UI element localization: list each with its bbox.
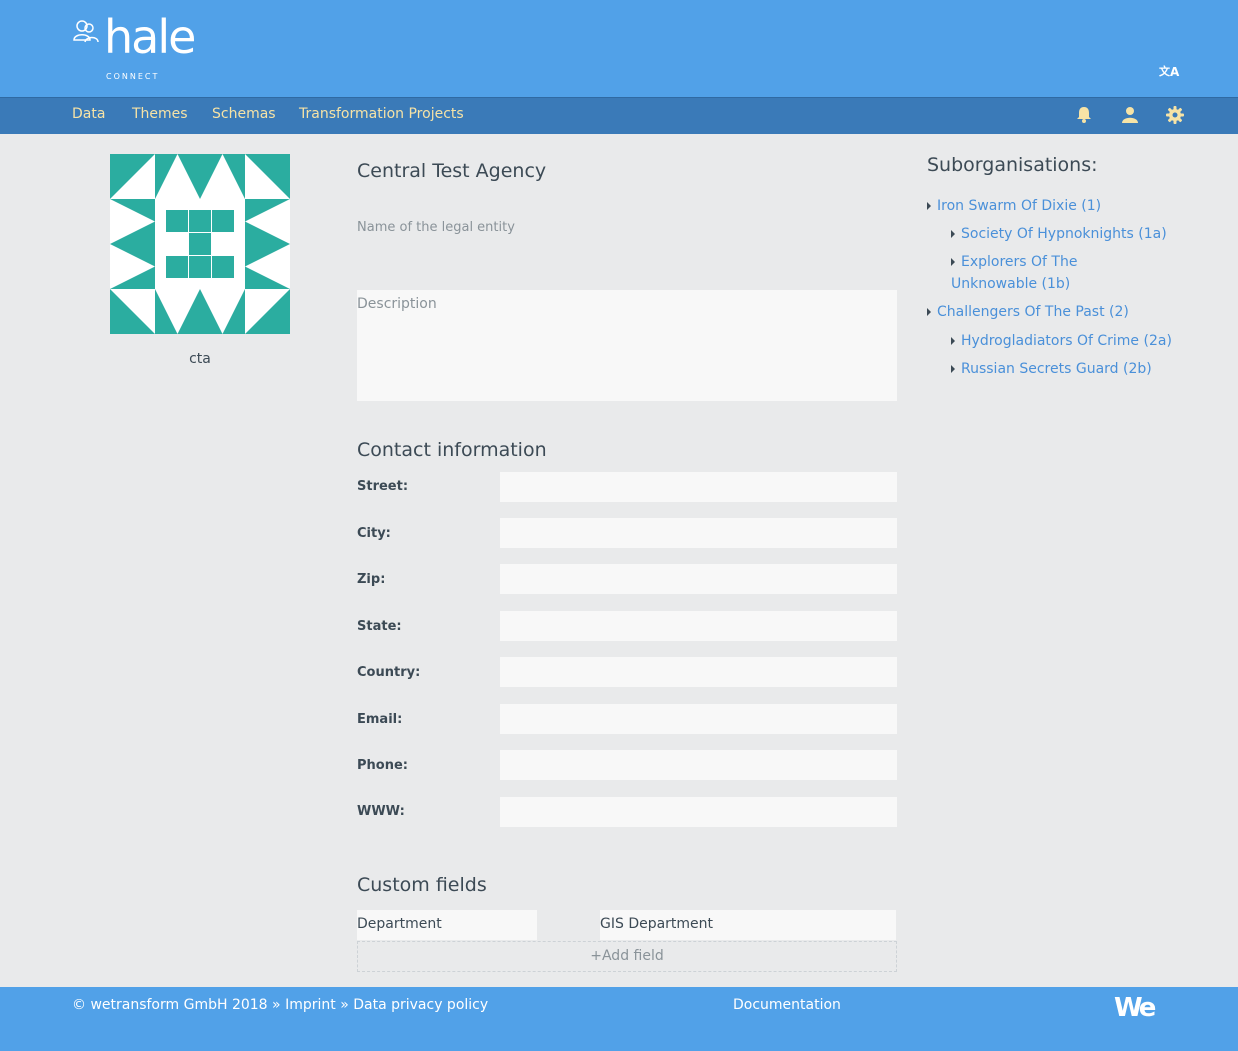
wetransform-logo[interactable]: We	[1114, 993, 1156, 1023]
caret-right-icon	[927, 202, 931, 210]
app-footer: © wetransform GmbH 2018 » Imprint » Data…	[0, 987, 1238, 1051]
user-icon[interactable]	[1121, 106, 1139, 124]
suborg-item[interactable]: Explorers Of The Unknowable (1b)	[951, 251, 1166, 295]
organisation-title[interactable]: Central Test Agency	[357, 160, 546, 182]
country-input[interactable]	[500, 657, 897, 687]
suborg-item[interactable]: Hydrogladiators Of Crime (2a)	[951, 330, 1172, 352]
nav-data[interactable]: Data	[72, 106, 105, 122]
copyright-text: © wetransform GmbH 2018	[72, 997, 268, 1013]
suborg-item[interactable]: Russian Secrets Guard (2b)	[951, 358, 1152, 380]
caret-right-icon	[951, 337, 955, 345]
translate-icon[interactable]: 文 A	[1159, 61, 1183, 81]
footer-separator: »	[340, 997, 349, 1013]
email-input[interactable]	[500, 704, 897, 734]
www-input[interactable]	[500, 797, 897, 827]
zip-input[interactable]	[500, 564, 897, 594]
suborg-label: Hydrogladiators Of Crime (2a)	[961, 333, 1172, 349]
nav-transformation-projects[interactable]: Transformation Projects	[299, 106, 464, 122]
suborg-label: Society Of Hypnoknights (1a)	[961, 226, 1167, 242]
caret-right-icon	[927, 308, 931, 316]
suborg-label: Challengers Of The Past (2)	[937, 304, 1129, 320]
suborg-item[interactable]: Society Of Hypnoknights (1a)	[951, 223, 1167, 245]
hale-connect-logo[interactable]: hale CONNECT	[72, 10, 212, 86]
suborg-label: Iron Swarm Of Dixie (1)	[937, 198, 1102, 214]
zip-label: Zip:	[357, 572, 386, 587]
email-label: Email:	[357, 712, 403, 727]
add-field-button[interactable]: +Add field	[357, 941, 897, 972]
suborg-label: Explorers Of The Unknowable (1b)	[951, 254, 1078, 292]
organisation-avatar	[110, 154, 290, 334]
bell-icon[interactable]	[1076, 106, 1094, 124]
suborg-item[interactable]: Challengers Of The Past (2)	[927, 301, 1129, 323]
footer-separator: »	[272, 997, 281, 1013]
svg-text:A: A	[1170, 65, 1180, 79]
footer-links: © wetransform GmbH 2018 » Imprint » Data…	[72, 997, 488, 1013]
privacy-policy-link[interactable]: Data privacy policy	[353, 997, 488, 1013]
main-navbar: Data Themes Schemas Transformation Proje…	[0, 97, 1238, 134]
gear-icon[interactable]	[1166, 106, 1184, 124]
state-input[interactable]	[500, 611, 897, 641]
logo-subtext: CONNECT	[106, 72, 160, 81]
custom-fields-heading: Custom fields	[357, 874, 487, 896]
logo-text: hale	[104, 10, 196, 64]
users-logo-icon	[73, 20, 99, 43]
suborg-label: Russian Secrets Guard (2b)	[961, 361, 1152, 377]
contact-information-heading: Contact information	[357, 439, 547, 461]
description-field[interactable]: Description	[357, 290, 897, 401]
city-input[interactable]	[500, 518, 897, 548]
suborg-item[interactable]: Iron Swarm Of Dixie (1)	[927, 195, 1101, 217]
legal-entity-field[interactable]: Name of the legal entity	[357, 220, 515, 235]
phone-input[interactable]	[500, 750, 897, 780]
caret-right-icon	[951, 230, 955, 238]
organisation-short-name: cta	[189, 351, 211, 367]
country-label: Country:	[357, 665, 421, 680]
identicon-image	[110, 154, 290, 334]
caret-right-icon	[951, 365, 955, 373]
suborganisations-heading: Suborganisations:	[927, 154, 1098, 176]
state-label: State:	[357, 619, 402, 634]
custom-field-key[interactable]: Department	[357, 910, 537, 940]
city-label: City:	[357, 526, 391, 541]
imprint-link[interactable]: Imprint	[285, 997, 336, 1013]
nav-schemas[interactable]: Schemas	[212, 106, 276, 122]
www-label: WWW:	[357, 804, 405, 819]
caret-right-icon	[951, 258, 955, 266]
app-header: hale CONNECT 文 A	[0, 0, 1238, 97]
street-label: Street:	[357, 479, 409, 494]
street-input[interactable]	[500, 472, 897, 502]
custom-field-value[interactable]: GIS Department	[600, 910, 896, 940]
documentation-link[interactable]: Documentation	[733, 997, 841, 1013]
nav-themes[interactable]: Themes	[132, 106, 188, 122]
phone-label: Phone:	[357, 758, 408, 773]
